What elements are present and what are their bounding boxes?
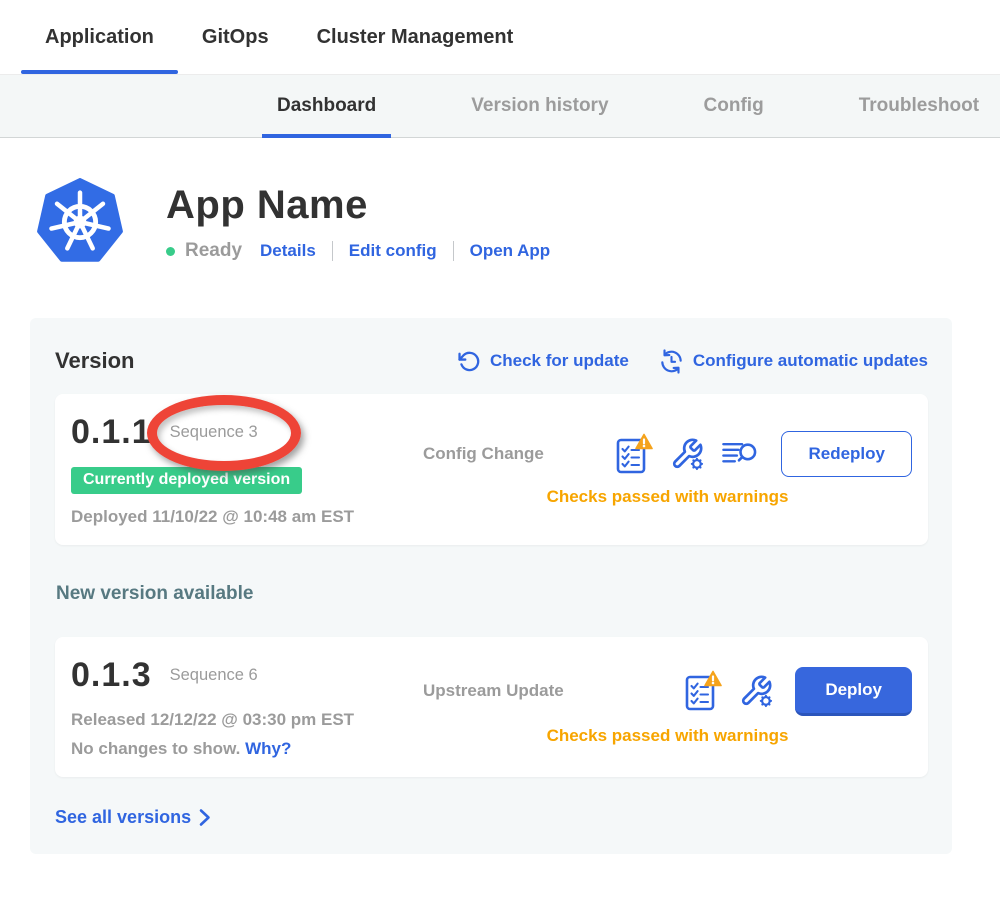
version-section-title: Version: [55, 348, 134, 374]
check-for-update-label: Check for update: [490, 351, 629, 371]
tab-application[interactable]: Application: [21, 0, 178, 74]
see-all-versions-label: See all versions: [55, 807, 191, 828]
available-version-card: 0.1.3 Sequence 6 Released 12/12/22 @ 03:…: [55, 637, 928, 777]
current-version-row: 0.1.1 Sequence 3: [71, 410, 423, 454]
tab-gitops[interactable]: GitOps: [178, 0, 293, 74]
configure-automatic-updates-button[interactable]: Configure automatic updates: [659, 349, 928, 374]
version-section-header: Version Check for update: [55, 348, 928, 374]
tab-troubleshoot-label: Troubleshoot: [859, 95, 979, 117]
app-header-text: App Name Ready Details Edit config Open …: [166, 178, 550, 262]
edit-config-link[interactable]: Edit config: [349, 241, 437, 261]
view-files-diff-icon[interactable]: [721, 440, 759, 467]
main-content: App Name Ready Details Edit config Open …: [0, 178, 1000, 854]
edit-config-wrench-icon[interactable]: [739, 674, 773, 708]
tab-gitops-label: GitOps: [202, 26, 269, 49]
deploy-button[interactable]: Deploy: [795, 667, 912, 716]
available-version-source-label: Upstream Update: [423, 681, 564, 701]
available-version-row: 0.1.3 Sequence 6: [71, 653, 423, 697]
no-changes-text: No changes to show. Why?: [71, 739, 423, 759]
new-version-available-heading: New version available: [56, 583, 928, 605]
configure-automatic-updates-label: Configure automatic updates: [693, 351, 928, 371]
kubernetes-logo-icon: [36, 178, 124, 266]
currently-deployed-badge: Currently deployed version: [71, 467, 302, 494]
see-all-versions-link[interactable]: See all versions: [55, 807, 211, 828]
available-version-actions-row: Upstream Update: [423, 667, 912, 716]
admin-console-screen: Application GitOps Cluster Management Da…: [0, 0, 1000, 898]
version-section: Version Check for update: [30, 318, 952, 854]
tab-cluster-management[interactable]: Cluster Management: [293, 0, 538, 74]
edit-config-wrench-icon[interactable]: [670, 437, 704, 471]
current-version-sequence: Sequence 3: [170, 423, 258, 442]
why-link[interactable]: Why?: [245, 739, 291, 758]
available-version-icon-group: [684, 670, 773, 712]
tab-config[interactable]: Config: [689, 75, 779, 137]
app-sub-nav: Dashboard Version history Config Trouble…: [0, 74, 1000, 138]
app-header: App Name Ready Details Edit config Open …: [30, 178, 970, 266]
tab-cluster-management-label: Cluster Management: [317, 26, 514, 49]
tab-config-label: Config: [704, 95, 764, 117]
open-app-link[interactable]: Open App: [470, 241, 551, 261]
status-ready-dot-icon: [166, 247, 175, 256]
tab-version-history-label: Version history: [471, 95, 608, 117]
details-link[interactable]: Details: [260, 241, 316, 261]
top-nav: Application GitOps Cluster Management: [0, 0, 1000, 74]
divider: [453, 241, 454, 261]
available-version-number: 0.1.3: [71, 656, 152, 695]
current-version-source-label: Config Change: [423, 444, 544, 464]
app-name-title: App Name: [166, 183, 550, 228]
auto-update-clock-icon: [659, 349, 684, 374]
redeploy-button[interactable]: Redeploy: [781, 431, 912, 477]
available-version-info: 0.1.3 Sequence 6 Released 12/12/22 @ 03:…: [71, 653, 423, 759]
current-version-checks-status[interactable]: Checks passed with warnings: [423, 487, 912, 507]
current-version-info: 0.1.1 Sequence 3 Currently deployed vers…: [71, 410, 423, 527]
released-timestamp: Released 12/12/22 @ 03:30 pm EST: [71, 710, 423, 730]
available-version-actions: Upstream Update: [423, 653, 912, 759]
current-version-actions-row: Config Change: [423, 431, 912, 477]
current-version-number: 0.1.1: [71, 413, 152, 452]
tab-dashboard-label: Dashboard: [277, 95, 376, 117]
available-version-sequence: Sequence 6: [170, 666, 258, 685]
app-status-row: Ready Details Edit config Open App: [166, 240, 550, 262]
version-actions: Check for update Configure automatic upd…: [458, 349, 928, 374]
tab-troubleshoot[interactable]: Troubleshoot: [844, 75, 994, 137]
current-version-actions: Config Change: [423, 410, 912, 527]
preflight-checks-warning-icon[interactable]: [615, 433, 653, 475]
current-version-icon-group: [615, 433, 759, 475]
preflight-checks-warning-icon[interactable]: [684, 670, 722, 712]
divider: [332, 241, 333, 261]
tab-dashboard[interactable]: Dashboard: [262, 75, 391, 137]
tab-version-history[interactable]: Version history: [456, 75, 623, 137]
diff-text: No changes to show.: [71, 739, 240, 758]
chevron-right-icon: [199, 808, 211, 827]
current-version-card: 0.1.1 Sequence 3 Currently deployed vers…: [55, 394, 928, 545]
refresh-icon: [458, 350, 481, 373]
deployed-timestamp: Deployed 11/10/22 @ 10:48 am EST: [71, 507, 423, 527]
check-for-update-button[interactable]: Check for update: [458, 350, 629, 373]
available-version-checks-status[interactable]: Checks passed with warnings: [423, 726, 912, 746]
tab-application-label: Application: [45, 26, 154, 49]
app-status-label: Ready: [185, 240, 242, 262]
